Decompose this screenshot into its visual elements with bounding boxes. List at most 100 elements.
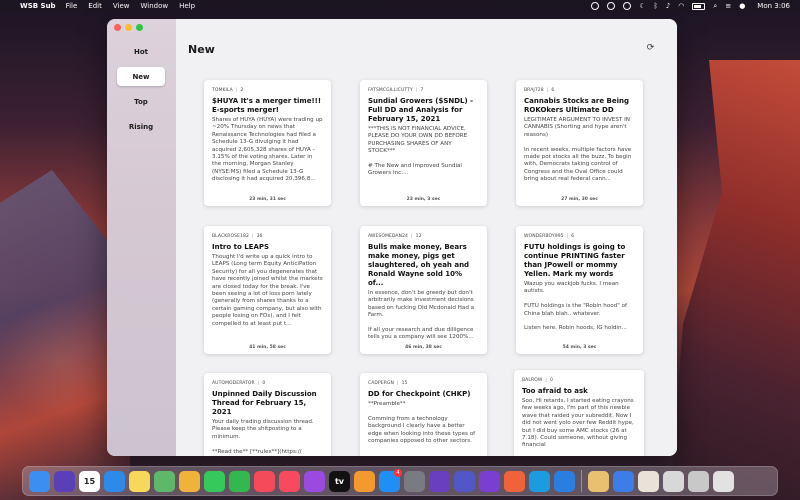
- post-author: CADPERGN: [368, 381, 395, 386]
- post-title: Bulls make money, Bears make money, pigs…: [368, 243, 470, 287]
- app-window: Hot New Top Rising New ⟳ TOMKILA | 2 $HUYA…: [107, 19, 677, 456]
- podcasts-icon[interactable]: [304, 470, 325, 492]
- post-meta: BRAJ728 | 6: [524, 88, 555, 93]
- post-title: Cannabis Stocks are Being ROKOkers Ultim…: [524, 97, 630, 114]
- post-title: DD for Checkpoint (CHKP): [368, 390, 471, 398]
- skype-icon[interactable]: [529, 470, 550, 492]
- calendar-label: 15: [83, 476, 96, 486]
- menu-window[interactable]: Window: [140, 2, 168, 10]
- post-author: FATSMCGILLICUTTY: [368, 88, 413, 93]
- minimize-window-button[interactable]: [125, 24, 132, 31]
- menu-edit[interactable]: Edit: [88, 2, 102, 10]
- post-title: Intro to LEAPS: [212, 243, 270, 251]
- finder-face-icon[interactable]: [588, 470, 609, 492]
- app-store-icon[interactable]: 4: [379, 468, 402, 492]
- post-card[interactable]: FATSMCGILLICUTTY | 7 Sundial Growers ($SND…: [360, 80, 487, 206]
- document-icon[interactable]: [613, 470, 634, 492]
- post-comment-count: 12: [415, 234, 422, 239]
- news-icon[interactable]: [254, 470, 275, 492]
- sidebar-item-new[interactable]: New: [117, 67, 165, 86]
- file-icon[interactable]: [663, 470, 684, 492]
- menu-file[interactable]: File: [66, 2, 78, 10]
- sidebar-item-hot[interactable]: Hot: [117, 42, 165, 61]
- finder-icon[interactable]: [29, 470, 50, 492]
- status-timer-icon[interactable]: [623, 2, 632, 10]
- post-meta: CADPERGN | 15: [368, 381, 408, 386]
- post-comment-count: 0: [550, 378, 553, 383]
- refresh-icon[interactable]: ⟳: [646, 44, 655, 53]
- page-title: New: [188, 43, 215, 56]
- zoom-window-button[interactable]: [136, 24, 143, 31]
- safari-icon[interactable]: [104, 470, 125, 492]
- sidebar-nav: Hot New Top Rising: [117, 42, 165, 142]
- menu-view[interactable]: View: [113, 2, 130, 10]
- volume-icon[interactable]: ♪: [666, 2, 670, 10]
- post-card[interactable]: AWESOMEDAN24 | 12 Bulls make money, Bears …: [360, 226, 487, 354]
- post-card[interactable]: TOMKILA | 2 $HUYA It's a merger time!!! E-…: [204, 80, 331, 206]
- moon-icon[interactable]: ☾: [639, 2, 645, 10]
- post-comment-count: 15: [401, 381, 408, 386]
- siri-menu-icon[interactable]: ●: [739, 2, 745, 10]
- post-card[interactable]: AUTOMODERATOR | 0 Unpinned Daily Discussio…: [204, 373, 331, 456]
- search-icon[interactable]: ⌕: [713, 2, 717, 11]
- sidebar-item-top[interactable]: Top: [117, 92, 165, 111]
- feedback-icon[interactable]: [479, 470, 500, 492]
- post-card[interactable]: WONDERBOY995 | 6 FUTU holdings is going to…: [516, 226, 643, 354]
- messages-icon[interactable]: [204, 470, 225, 492]
- post-card[interactable]: CADPERGN | 15 DD for Checkpoint (CHKP) **P…: [360, 373, 487, 456]
- menu-bar: WSB Sub File Edit View Window Help ☾ ᛒ ♪…: [0, 0, 800, 12]
- books-icon[interactable]: [354, 470, 375, 492]
- tv-label: tv: [334, 476, 345, 486]
- xcode-icon[interactable]: [554, 470, 575, 492]
- system-preferences-icon[interactable]: [404, 470, 425, 492]
- post-duration: 46 min, 38 sec: [405, 345, 442, 350]
- post-body: In essence, don't be greedy but don't ar…: [368, 290, 475, 341]
- trash-icon[interactable]: [713, 470, 734, 492]
- status-app-icon[interactable]: [591, 2, 600, 10]
- post-card[interactable]: BALROW | 0 Too afraid to ask Soo, Hi retar…: [514, 370, 644, 456]
- post-comment-count: 6: [551, 88, 555, 93]
- post-meta: AUTOMODERATOR | 0: [212, 381, 266, 386]
- app-menu[interactable]: WSB Sub: [20, 2, 56, 10]
- siri-icon[interactable]: [54, 470, 75, 492]
- control-center-icon[interactable]: ≡: [725, 2, 731, 10]
- post-comment-count: 0: [262, 381, 266, 386]
- post-card[interactable]: BRAJ728 | 6 Cannabis Stocks are Being ROKO…: [516, 80, 643, 206]
- tv-icon[interactable]: tv: [329, 470, 350, 492]
- obsidian-icon[interactable]: [429, 470, 450, 492]
- post-body: **Preamble** Comming from a technology b…: [368, 401, 476, 445]
- music-icon[interactable]: [279, 470, 300, 492]
- screenshot-icon[interactable]: [688, 470, 709, 492]
- window-controls: [114, 24, 143, 31]
- desktop-wallpaper-right: [670, 60, 800, 500]
- status-info-icon[interactable]: [607, 2, 616, 10]
- post-comment-count: 2: [240, 88, 244, 93]
- maps-icon[interactable]: [154, 470, 175, 492]
- post-comment-count: 7: [420, 88, 424, 93]
- notes-icon[interactable]: [129, 470, 150, 492]
- notification-badge: 4: [394, 468, 402, 477]
- battery-icon[interactable]: [692, 2, 706, 10]
- post-duration: 41 min, 58 sec: [249, 345, 286, 350]
- sidebar-item-rising[interactable]: Rising: [117, 117, 165, 136]
- photos-icon[interactable]: [179, 470, 200, 492]
- post-title: Sundial Growers ($SNDL) - Full DD and An…: [368, 97, 474, 123]
- post-body: LEGITIMATE ARGUMENT TO INVEST IN CANNABI…: [524, 117, 632, 183]
- post-meta: WONDERBOY995 | 6: [524, 234, 575, 239]
- post-card[interactable]: BLACKROSE182 | 36 Intro to LEAPS Thought I…: [204, 226, 331, 354]
- post-author: BALROW: [522, 378, 543, 383]
- linear-icon[interactable]: [454, 470, 475, 492]
- menu-help[interactable]: Help: [179, 2, 195, 10]
- menu-clock[interactable]: Mon 3:06: [757, 2, 790, 10]
- swift-playgrounds-icon[interactable]: [504, 470, 525, 492]
- close-window-button[interactable]: [114, 24, 121, 31]
- post-duration: 27 min, 30 sec: [561, 197, 598, 202]
- wifi-icon[interactable]: ◠: [678, 2, 684, 10]
- post-author: BLACKROSE182: [212, 234, 249, 239]
- post-meta: BLACKROSE182 | 36: [212, 234, 263, 239]
- bluetooth-icon[interactable]: ᛒ: [654, 2, 658, 10]
- calendar-icon[interactable]: 15: [79, 470, 100, 492]
- post-author: TOMKILA: [212, 88, 233, 93]
- preview-icon[interactable]: [638, 470, 659, 492]
- facetime-icon[interactable]: [229, 470, 250, 492]
